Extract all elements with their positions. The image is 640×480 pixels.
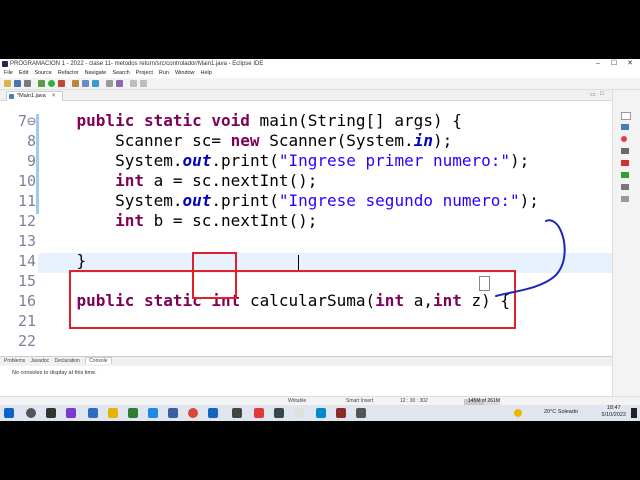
tab-problems[interactable]: Problems [4,358,25,364]
minimize-button[interactable]: – [590,59,606,69]
search-icon[interactable] [116,80,123,87]
save-icon[interactable] [14,80,21,87]
start-icon[interactable] [4,408,14,418]
window-title: PROGRAMACION 1 - 2022 - clase 11- metodo… [10,61,264,67]
visual-studio-icon[interactable] [66,408,76,418]
back-icon[interactable] [130,80,137,87]
forward-icon[interactable] [140,80,147,87]
record-icon[interactable] [621,136,627,142]
main-toolbar [0,78,640,90]
debug-icon[interactable] [38,80,45,87]
tool-icon[interactable] [356,408,366,418]
notes-icon[interactable] [168,408,178,418]
clock[interactable]: 18:47 5/10/2022 [602,405,626,419]
settings-icon[interactable] [232,408,242,418]
menu-refactor[interactable]: Refactor [56,70,81,76]
editor-minimize-icon[interactable]: ▭ [590,91,596,98]
open-type-icon[interactable] [106,80,113,87]
tab-label: *Main1.java [17,93,46,99]
bottom-tab-bar: Problems Javadoc Declaration Console [0,357,612,366]
menu-window[interactable]: Window [173,70,197,76]
edge-icon[interactable] [148,408,158,418]
pen-scribble [495,219,566,297]
new-class-icon[interactable] [92,80,99,87]
menu-help[interactable]: Help [199,70,214,76]
return-type-box [192,252,237,299]
menu-source[interactable]: Source [32,70,53,76]
annotation-layer [69,219,566,329]
terminal-icon[interactable] [274,408,284,418]
eraser-icon[interactable] [621,196,629,202]
editor-maximize-icon[interactable]: □ [600,91,604,97]
code-editor[interactable]: 7⊖8910111213141516212223 public static v… [0,101,612,354]
menu-navigate[interactable]: Navigate [83,70,109,76]
windows-taskbar: 20°C Soleado 18:47 5/10/2022 [0,405,640,421]
task-view-icon[interactable] [46,408,56,418]
tab-main1-java[interactable]: *Main1.java ✕ [6,91,63,101]
run-icon[interactable] [48,80,55,87]
weather-icon [514,409,522,417]
print-icon[interactable] [24,80,31,87]
search-taskbar-icon[interactable] [26,408,36,418]
method-signature-box [69,270,516,329]
menu-edit[interactable]: Edit [17,70,30,76]
weather-text[interactable]: 20°C Soleado [544,409,578,415]
editor-tab-bar: *Main1.java ✕ ▭ □ [0,90,612,101]
menu-project[interactable]: Project [134,70,155,76]
menu-bar: File Edit Source Refactor Navigate Search Proj… [0,69,640,78]
eclipse-window: PROGRAMACION 1 - 2022 - clase 11- metodo… [0,59,640,421]
color-green-icon[interactable] [621,172,629,178]
file-explorer-icon[interactable] [108,408,118,418]
notification-icon[interactable] [631,408,637,418]
new-package-icon[interactable] [82,80,89,87]
excel-icon[interactable] [128,408,138,418]
tab-close-icon[interactable]: ✕ [51,93,56,99]
color-red-icon[interactable] [621,160,629,166]
outline-icon[interactable] [621,112,631,120]
tab-javadoc[interactable]: Javadoc [31,358,50,364]
recorder-icon[interactable] [254,408,264,418]
menu-run[interactable]: Run [157,70,171,76]
zoom-icon[interactable] [621,184,629,190]
title-bar: PROGRAMACION 1 - 2022 - clase 11- metodo… [0,59,640,69]
right-side-toolbar [612,90,640,421]
close-button[interactable]: ✕ [622,59,638,69]
maximize-button[interactable]: ☐ [606,59,622,69]
tab-console[interactable]: Console [85,357,112,364]
clock-date: 5/10/2022 [601,412,626,418]
clock-time: 18:47 [606,405,621,411]
menu-file[interactable]: File [2,70,15,76]
bottom-panel: Problems Javadoc Declaration Console No … [0,356,612,397]
java-file-icon [9,94,14,99]
eclipse-icon [2,61,8,67]
new-java-project-icon[interactable] [72,80,79,87]
paint-icon[interactable] [294,408,304,418]
eclipse-taskbar-icon[interactable] [336,408,346,418]
console-message: No consoles to display at this time. [12,370,97,376]
tab-declaration[interactable]: Declaration [55,358,80,364]
chrome-icon[interactable] [188,408,198,418]
app-icon[interactable] [88,408,98,418]
menu-search[interactable]: Search [110,70,131,76]
new-file-icon[interactable] [4,80,11,87]
word-icon[interactable] [208,408,218,418]
mail-icon[interactable] [316,408,326,418]
task-list-icon[interactable] [621,124,629,130]
pen-tool-icon[interactable] [621,148,629,154]
external-tools-icon[interactable] [58,80,65,87]
